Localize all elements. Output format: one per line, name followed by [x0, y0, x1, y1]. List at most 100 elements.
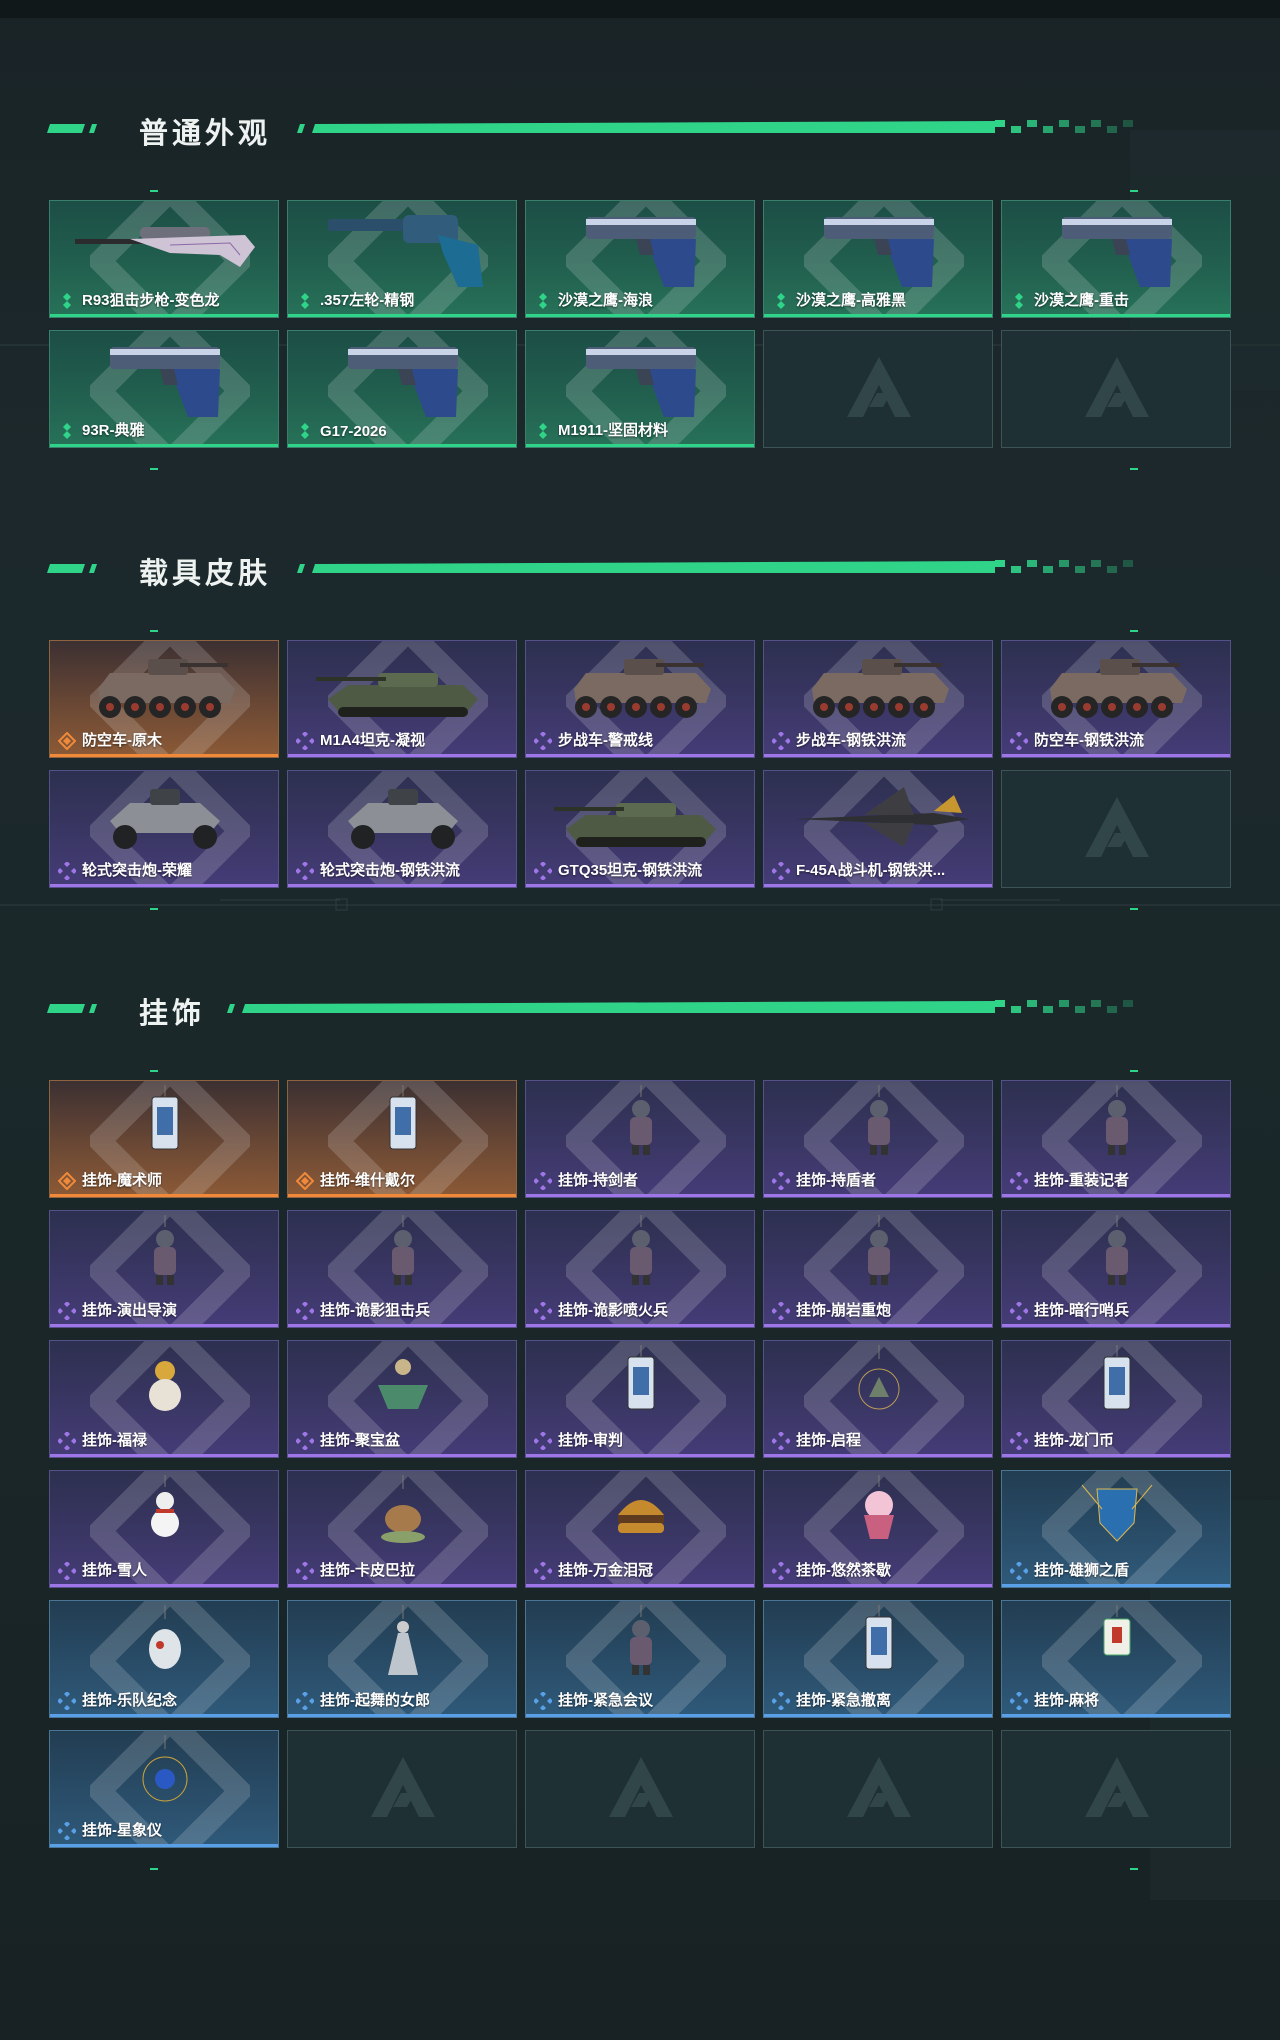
item-card[interactable]: 挂饰-诡影喷火兵	[525, 1210, 755, 1328]
item-card[interactable]: 沙漠之鹰-重击	[1001, 200, 1231, 318]
grid-corner-tick	[1130, 1868, 1138, 1870]
item-card[interactable]: 挂饰-星象仪	[49, 1730, 279, 1848]
item-card[interactable]: 防空车-原木	[49, 640, 279, 758]
item-card[interactable]: 挂饰-诡影狙击兵	[287, 1210, 517, 1328]
item-card[interactable]: 挂饰-重装记者	[1001, 1080, 1231, 1198]
empty-slot	[1001, 770, 1231, 888]
item-label: 挂饰-崩岩重炮	[796, 1302, 891, 1319]
item-card[interactable]: 93R-典雅	[49, 330, 279, 448]
item-label: 挂饰-福禄	[82, 1432, 147, 1449]
item-card[interactable]: 挂饰-暗行哨兵	[1001, 1210, 1231, 1328]
purple-rarity-icon	[534, 862, 552, 880]
item-card[interactable]: 挂饰-起舞的女郎	[287, 1600, 517, 1718]
item-label: 挂饰-乐队纪念	[82, 1692, 177, 1709]
item-card[interactable]: 挂饰-紧急撤离	[763, 1600, 993, 1718]
item-card[interactable]: M1911-坚固材料	[525, 330, 755, 448]
item-card[interactable]: 挂饰-麻将	[1001, 1600, 1231, 1718]
purple-rarity-icon	[58, 1432, 76, 1450]
item-card[interactable]: 步战车-警戒线	[525, 640, 755, 758]
item-label: 挂饰-雪人	[82, 1562, 147, 1579]
pistol-icon	[586, 347, 696, 417]
item-card[interactable]: 挂饰-崩岩重炮	[763, 1210, 993, 1328]
pistol-icon	[110, 347, 220, 417]
item-card[interactable]: 挂饰-演出导演	[49, 1210, 279, 1328]
purple-rarity-icon	[772, 1172, 790, 1190]
placeholder-logo-icon	[609, 1757, 673, 1817]
shield-charm-icon	[1081, 1484, 1153, 1542]
figure-charm-icon	[392, 1215, 414, 1285]
item-card[interactable]: 挂饰-聚宝盆	[287, 1340, 517, 1458]
item-label: 挂饰-诡影狙击兵	[320, 1302, 430, 1319]
item-card[interactable]: GTQ35坦克-钢铁洪流	[525, 770, 755, 888]
item-card[interactable]: 挂饰-启程	[763, 1340, 993, 1458]
blue-rarity-icon	[58, 1692, 76, 1710]
item-card[interactable]: 沙漠之鹰-高雅黑	[763, 200, 993, 318]
mahjong-charm-icon	[1103, 1605, 1131, 1656]
item-label: 挂饰-雄狮之盾	[1034, 1562, 1129, 1579]
purple-rarity-icon	[534, 1432, 552, 1450]
purple-rarity-icon	[772, 732, 790, 750]
card-charm-icon	[865, 1605, 893, 1670]
gourd-charm-icon	[149, 1361, 181, 1411]
item-card[interactable]: 挂饰-持盾者	[763, 1080, 993, 1198]
item-label: 防空车-原木	[82, 732, 162, 749]
item-label: 沙漠之鹰-海浪	[558, 292, 653, 309]
blue-rarity-icon	[772, 1692, 790, 1710]
item-card[interactable]: 挂饰-龙门币	[1001, 1340, 1231, 1458]
blue-rarity-icon	[1010, 1562, 1028, 1580]
capybara-charm-icon	[381, 1475, 425, 1543]
item-card[interactable]: 防空车-钢铁洪流	[1001, 640, 1231, 758]
item-card[interactable]: 挂饰-魔术师	[49, 1080, 279, 1198]
item-label: 挂饰-审判	[558, 1432, 623, 1449]
jet-icon	[794, 787, 969, 847]
item-card[interactable]: 挂饰-卡皮巴拉	[287, 1470, 517, 1588]
item-card[interactable]: 挂饰-维什戴尔	[287, 1080, 517, 1198]
blue-rarity-icon	[296, 1692, 314, 1710]
empty-slot	[763, 1730, 993, 1848]
item-label: R93狙击步枪-变色龙	[82, 292, 220, 309]
purple-rarity-icon	[534, 1562, 552, 1580]
grid-corner-tick	[1130, 468, 1138, 470]
item-card[interactable]: F-45A战斗机-钢铁洪...	[763, 770, 993, 888]
empty-slot	[525, 1730, 755, 1848]
placeholder-logo-icon	[1085, 357, 1149, 417]
item-card[interactable]: R93狙击步枪-变色龙	[49, 200, 279, 318]
grid-corner-tick	[150, 908, 158, 910]
section-header: 普通外观	[40, 100, 1240, 160]
purple-rarity-icon	[296, 732, 314, 750]
burger-charm-icon	[618, 1500, 664, 1533]
item-label: 步战车-钢铁洪流	[796, 732, 906, 749]
item-label: 挂饰-紧急会议	[558, 1692, 653, 1709]
dancer-charm-icon	[388, 1605, 418, 1675]
item-card[interactable]: .357左轮-精钢	[287, 200, 517, 318]
item-card[interactable]: 轮式突击炮-荣耀	[49, 770, 279, 888]
item-card[interactable]: 挂饰-持剑者	[525, 1080, 755, 1198]
orange-rarity-icon	[296, 1172, 314, 1190]
green-rarity-icon	[301, 423, 309, 439]
ring-charm-icon	[858, 1345, 900, 1410]
item-card[interactable]: 沙漠之鹰-海浪	[525, 200, 755, 318]
item-card[interactable]: 挂饰-乐队纪念	[49, 1600, 279, 1718]
apc-icon	[1050, 659, 1187, 718]
item-card[interactable]: 挂饰-雪人	[49, 1470, 279, 1588]
item-card[interactable]: M1A4坦克-凝视	[287, 640, 517, 758]
item-card[interactable]: 挂饰-万金泪冠	[525, 1470, 755, 1588]
item-card[interactable]: 挂饰-紧急会议	[525, 1600, 755, 1718]
purple-rarity-icon	[296, 1432, 314, 1450]
section-title: 载具皮肤	[139, 556, 272, 590]
item-card[interactable]: 挂饰-雄狮之盾	[1001, 1470, 1231, 1588]
item-label: 沙漠之鹰-高雅黑	[796, 292, 906, 309]
figure-charm-icon	[630, 1215, 652, 1285]
item-card[interactable]: 挂饰-福禄	[49, 1340, 279, 1458]
section-title: 挂饰	[139, 996, 206, 1030]
orrery-charm-icon	[142, 1735, 188, 1802]
pistol-icon	[1062, 217, 1172, 287]
item-label: 挂饰-紧急撤离	[796, 1692, 891, 1709]
purple-rarity-icon	[1010, 1302, 1028, 1320]
item-card[interactable]: 轮式突击炮-钢铁洪流	[287, 770, 517, 888]
item-card[interactable]: G17-2026	[287, 330, 517, 448]
item-card[interactable]: 挂饰-审判	[525, 1340, 755, 1458]
item-card[interactable]: 挂饰-悠然茶歇	[763, 1470, 993, 1588]
item-card[interactable]: 步战车-钢铁洪流	[763, 640, 993, 758]
item-label: 挂饰-魔术师	[82, 1172, 162, 1189]
